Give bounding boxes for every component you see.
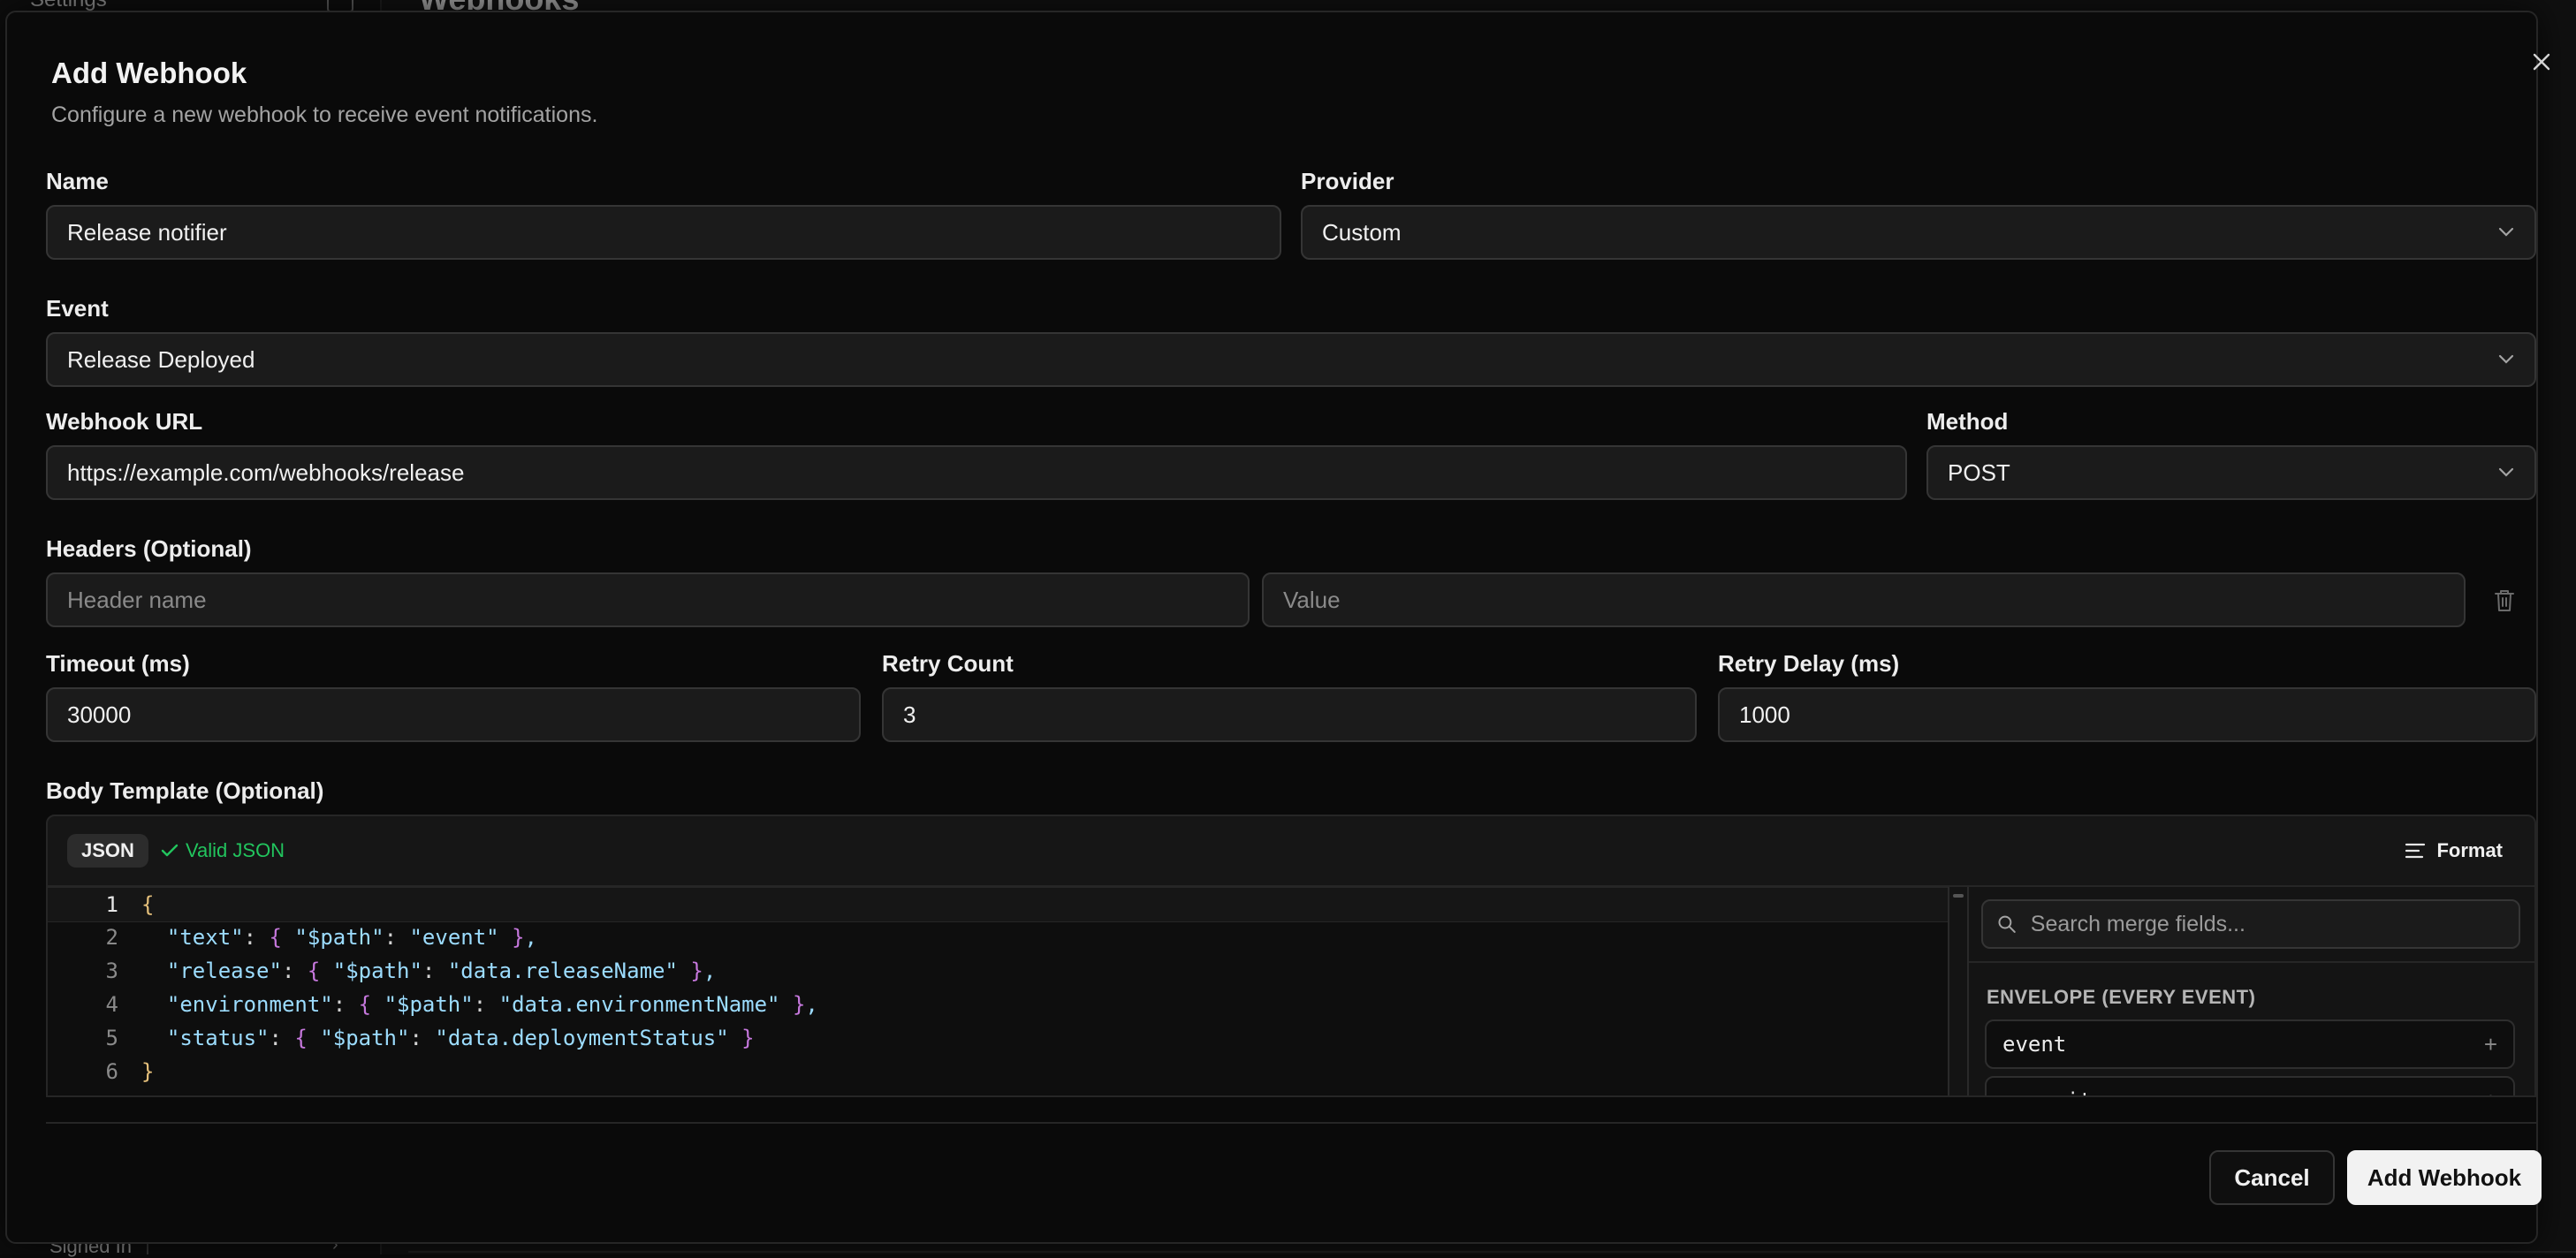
merge-search-box[interactable] bbox=[1981, 899, 2520, 949]
retry-count-label: Retry Count bbox=[882, 650, 1014, 677]
retry-delay-label: Retry Delay (ms) bbox=[1718, 650, 1900, 677]
valid-json-text: Valid JSON bbox=[186, 839, 285, 861]
search-icon bbox=[1998, 915, 2016, 933]
provider-value: Custom bbox=[1322, 218, 1402, 246]
code-text: } bbox=[141, 1059, 155, 1084]
background-divider bbox=[408, 1251, 2576, 1253]
dialog-title: Add Webhook bbox=[51, 57, 247, 89]
code-text: { bbox=[141, 892, 155, 917]
line-number: 4 bbox=[105, 992, 118, 1017]
body-template-label: Body Template (Optional) bbox=[46, 777, 324, 804]
name-input[interactable] bbox=[46, 205, 1281, 260]
code-text: "release": { "$path": "data.releaseName"… bbox=[166, 959, 717, 983]
retry-delay-input[interactable] bbox=[1718, 687, 2536, 742]
format-label: Format bbox=[2436, 839, 2503, 861]
align-left-icon bbox=[2405, 843, 2426, 859]
chevron-down-icon bbox=[2497, 354, 2515, 365]
timeout-input[interactable] bbox=[46, 687, 861, 742]
chevron-down-icon bbox=[2497, 467, 2515, 478]
code-line: 3 "release": { "$path": "data.releaseNam… bbox=[48, 954, 1948, 988]
code-line: 4 "environment": { "$path": "data.enviro… bbox=[48, 988, 1948, 1021]
provider-label: Provider bbox=[1301, 168, 1394, 194]
json-language-badge: JSON bbox=[67, 834, 148, 868]
merge-divider bbox=[1969, 961, 2534, 963]
header-value-input[interactable] bbox=[1262, 572, 2466, 627]
editor-toolbar: JSON Valid JSON Format bbox=[48, 816, 2534, 887]
line-number: 1 bbox=[105, 892, 118, 917]
merge-field-name: repository bbox=[2002, 1088, 2131, 1095]
method-select[interactable]: POST bbox=[1926, 445, 2536, 500]
method-label: Method bbox=[1926, 408, 2009, 435]
merge-field-item[interactable]: event + bbox=[1985, 1019, 2515, 1069]
chevron-down-icon bbox=[2497, 227, 2515, 238]
method-value: POST bbox=[1948, 458, 2010, 486]
event-select[interactable]: Release Deployed bbox=[46, 332, 2536, 387]
add-webhook-button[interactable]: Add Webhook bbox=[2347, 1150, 2542, 1205]
scrollbar-thumb[interactable] bbox=[1953, 894, 1964, 898]
provider-select[interactable]: Custom bbox=[1301, 205, 2536, 260]
remove-header-button[interactable] bbox=[2490, 587, 2519, 615]
valid-json-status: Valid JSON bbox=[161, 839, 285, 862]
headers-label: Headers (Optional) bbox=[46, 535, 252, 562]
code-line: 5 "status": { "$path": "data.deploymentS… bbox=[48, 1021, 1948, 1055]
format-button[interactable]: Format bbox=[2405, 834, 2503, 868]
close-button[interactable] bbox=[2524, 44, 2559, 80]
webhook-url-label: Webhook URL bbox=[46, 408, 203, 435]
body-template-editor: JSON Valid JSON Format 1 { 2 "text": { "… bbox=[46, 815, 2536, 1097]
event-label: Event bbox=[46, 295, 109, 322]
code-text: "status": { "$path": "data.deploymentSta… bbox=[166, 1026, 755, 1050]
editor-scrollbar[interactable] bbox=[1948, 887, 1967, 1095]
code-text: "environment": { "$path": "data.environm… bbox=[166, 992, 818, 1017]
name-label: Name bbox=[46, 168, 109, 194]
line-number: 2 bbox=[105, 925, 118, 950]
retry-count-input[interactable] bbox=[882, 687, 1697, 742]
trash-icon bbox=[2495, 590, 2514, 611]
merge-field-name: event bbox=[2002, 1032, 2067, 1057]
dialog-subtitle: Configure a new webhook to receive event… bbox=[51, 102, 598, 127]
merge-search-input[interactable] bbox=[2028, 910, 2504, 938]
code-line: 6 } bbox=[48, 1055, 1948, 1088]
line-number: 5 bbox=[105, 1026, 118, 1050]
code-line: 1 { bbox=[48, 887, 1948, 922]
code-text: "text": { "$path": "event" }, bbox=[166, 925, 537, 950]
footer-divider bbox=[46, 1122, 2536, 1124]
header-name-input[interactable] bbox=[46, 572, 1250, 627]
code-area[interactable]: 1 { 2 "text": { "$path": "event" }, 3 "r… bbox=[48, 887, 1948, 1095]
line-number: 6 bbox=[105, 1059, 118, 1084]
plus-icon: + bbox=[2484, 1087, 2497, 1096]
merge-section-title: ENVELOPE (EVERY EVENT) bbox=[1987, 986, 2256, 1008]
plus-icon: + bbox=[2483, 1030, 2497, 1057]
merge-field-item[interactable]: repository + bbox=[1985, 1076, 2515, 1096]
code-line: 2 "text": { "$path": "event" }, bbox=[48, 921, 1948, 954]
check-icon bbox=[161, 844, 179, 857]
merge-fields-panel: ENVELOPE (EVERY EVENT) event + repositor… bbox=[1967, 887, 2534, 1096]
line-number: 3 bbox=[105, 959, 118, 983]
close-icon bbox=[2533, 53, 2550, 71]
webhook-url-input[interactable] bbox=[46, 445, 1907, 500]
timeout-label: Timeout (ms) bbox=[46, 650, 190, 677]
add-webhook-dialog: Add Webhook Configure a new webhook to r… bbox=[5, 11, 2550, 1244]
event-value: Release Deployed bbox=[67, 345, 255, 373]
cancel-button[interactable]: Cancel bbox=[2209, 1150, 2335, 1205]
